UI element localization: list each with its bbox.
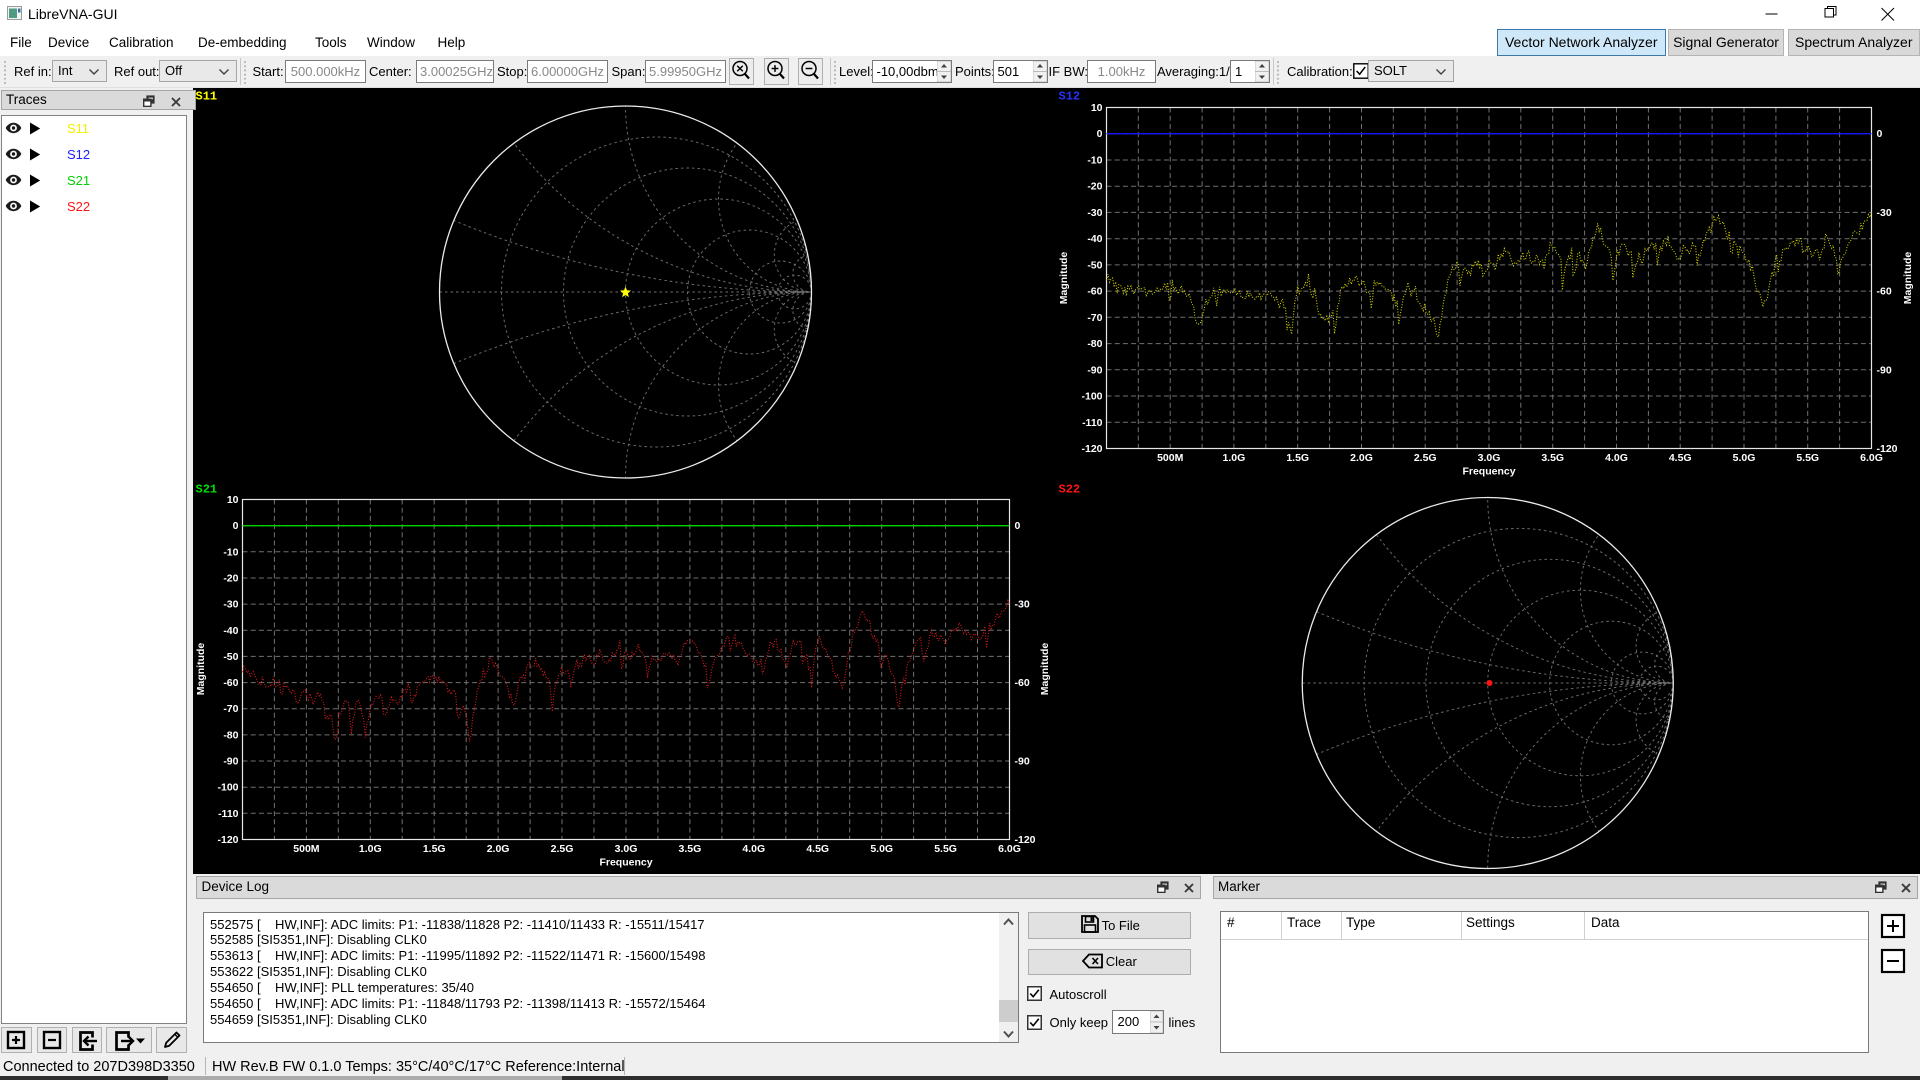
svg-text:-40: -40 — [223, 624, 238, 636]
svg-text:4.0G: 4.0G — [742, 843, 765, 855]
svg-text:2.5G: 2.5G — [550, 843, 573, 855]
svg-text:-60: -60 — [1014, 677, 1029, 689]
svg-text:0: 0 — [1877, 128, 1883, 140]
svg-text:-80: -80 — [223, 729, 238, 741]
svg-text:S21: S21 — [195, 482, 217, 496]
svg-text:500M: 500M — [293, 843, 320, 855]
svg-text:5.5G: 5.5G — [1797, 452, 1820, 464]
svg-text:-90: -90 — [1877, 364, 1892, 376]
svg-text:5.0G: 5.0G — [1733, 452, 1756, 464]
svg-text:-70: -70 — [223, 703, 238, 715]
svg-text:-50: -50 — [1088, 259, 1103, 271]
svg-text:-30: -30 — [1014, 598, 1029, 610]
svg-text:Magnitude: Magnitude — [195, 642, 207, 695]
svg-text:0: 0 — [232, 520, 238, 532]
svg-text:-60: -60 — [223, 677, 238, 689]
svg-text:S11: S11 — [195, 89, 217, 103]
svg-text:2.0G: 2.0G — [1350, 452, 1373, 464]
svg-text:1.5G: 1.5G — [422, 843, 445, 855]
svg-text:5.5G: 5.5G — [934, 843, 957, 855]
svg-text:Magnitude: Magnitude — [1902, 251, 1914, 304]
svg-text:-30: -30 — [1877, 206, 1892, 218]
svg-text:-110: -110 — [218, 807, 239, 819]
svg-text:-90: -90 — [1014, 755, 1029, 767]
svg-text:-110: -110 — [1082, 416, 1103, 428]
svg-text:-90: -90 — [1088, 364, 1103, 376]
svg-text:-10: -10 — [1088, 154, 1103, 166]
svg-text:2.5G: 2.5G — [1414, 452, 1437, 464]
svg-text:-20: -20 — [1088, 180, 1103, 192]
svg-text:-10: -10 — [223, 546, 238, 558]
svg-text:5.0G: 5.0G — [870, 843, 893, 855]
svg-text:-30: -30 — [1088, 206, 1103, 218]
svg-text:4.5G: 4.5G — [806, 843, 829, 855]
svg-text:1.5G: 1.5G — [1287, 452, 1310, 464]
svg-text:4.0G: 4.0G — [1605, 452, 1628, 464]
svg-text:-60: -60 — [1088, 285, 1103, 297]
svg-text:6.0G: 6.0G — [1860, 452, 1883, 464]
svg-text:0: 0 — [1014, 520, 1020, 532]
svg-text:10: 10 — [1091, 102, 1103, 114]
svg-text:3.5G: 3.5G — [1542, 452, 1565, 464]
svg-text:-100: -100 — [1082, 390, 1103, 402]
svg-text:-40: -40 — [1088, 233, 1103, 245]
svg-text:-20: -20 — [223, 572, 238, 584]
svg-text:-70: -70 — [1088, 311, 1103, 323]
svg-text:-60: -60 — [1877, 285, 1892, 297]
svg-text:10: 10 — [226, 494, 238, 506]
svg-text:S12: S12 — [1059, 89, 1081, 103]
svg-text:2.0G: 2.0G — [486, 843, 509, 855]
svg-text:-120: -120 — [1082, 443, 1103, 455]
svg-text:3.5G: 3.5G — [678, 843, 701, 855]
svg-text:Magnitude: Magnitude — [1058, 251, 1070, 304]
svg-text:1.0G: 1.0G — [1223, 452, 1246, 464]
svg-text:6.0G: 6.0G — [998, 843, 1021, 855]
svg-text:Frequency: Frequency — [599, 856, 652, 868]
svg-text:Magnitude: Magnitude — [1038, 642, 1050, 695]
svg-text:3.0G: 3.0G — [614, 843, 637, 855]
svg-text:4.5G: 4.5G — [1669, 452, 1692, 464]
svg-text:-50: -50 — [223, 650, 238, 662]
svg-text:3.0G: 3.0G — [1478, 452, 1501, 464]
svg-text:-120: -120 — [217, 834, 238, 846]
svg-text:-80: -80 — [1088, 338, 1103, 350]
svg-text:-100: -100 — [217, 781, 238, 793]
svg-text:-90: -90 — [223, 755, 238, 767]
svg-text:Frequency: Frequency — [1463, 465, 1516, 477]
svg-text:0: 0 — [1097, 128, 1103, 140]
svg-text:500M: 500M — [1157, 452, 1184, 464]
svg-text:S22: S22 — [1059, 482, 1081, 496]
svg-text:1.0G: 1.0G — [358, 843, 381, 855]
svg-text:-30: -30 — [223, 598, 238, 610]
